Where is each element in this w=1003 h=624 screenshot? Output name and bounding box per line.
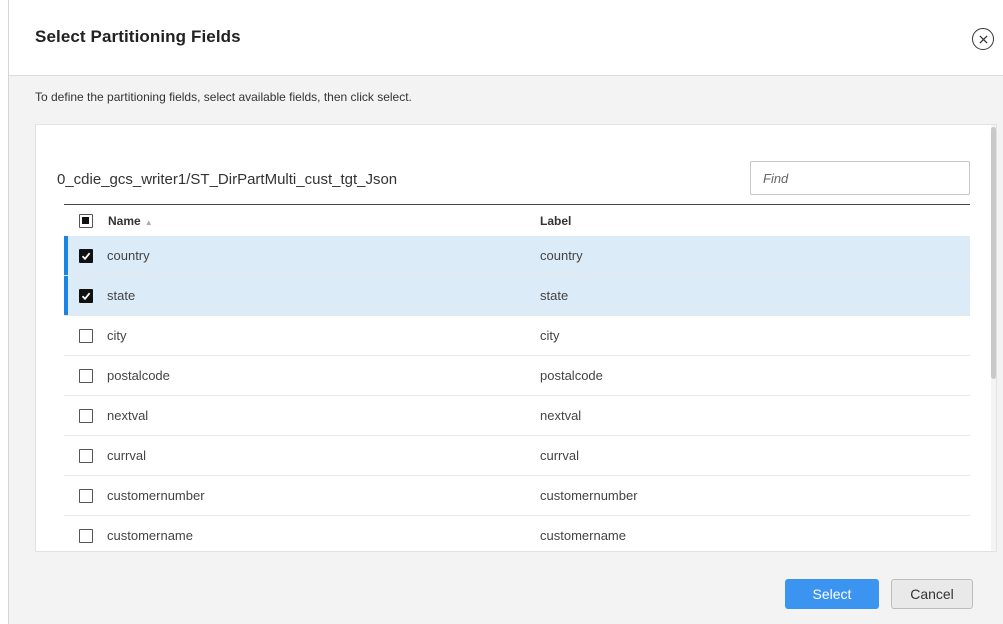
table-row[interactable]: currval currval [64,436,970,476]
table-row[interactable]: state state [64,276,970,316]
cell-label: city [540,328,560,343]
table-body: country country state state city city postalco… [64,236,970,551]
row-checkbox[interactable] [79,488,93,503]
instructions-text: To define the partitioning fields, selec… [35,90,412,104]
table-row[interactable]: country country [64,236,970,276]
cell-label: state [540,288,569,303]
cell-label: postalcode [540,368,603,383]
cell-label: country [540,248,583,263]
row-checkbox[interactable] [79,528,93,543]
column-header-name[interactable]: Name ▲ [108,214,153,228]
table-row[interactable]: nextval nextval [64,396,970,436]
cell-label: currval [540,448,580,463]
cell-label: customername [540,528,626,543]
row-checkbox[interactable] [79,368,93,383]
cell-label: nextval [540,408,582,423]
table-header: Name ▲ Label [64,204,970,236]
scrollbar-thumb[interactable] [991,127,996,379]
cell-name: nextval [107,408,149,423]
cell-name: customernumber [107,488,205,503]
dialog-header: Select Partitioning Fields [9,0,1003,76]
fields-panel: 0_cdie_gcs_writer1/ST_DirPartMulti_cust_… [35,124,997,552]
cell-name: postalcode [107,368,170,383]
object-path: 0_cdie_gcs_writer1/ST_DirPartMulti_cust_… [57,171,398,188]
select-all-checkbox[interactable] [79,213,93,228]
close-x-glyph [978,34,988,44]
close-icon[interactable] [972,28,994,50]
table-row[interactable]: customernumber customernumber [64,476,970,516]
checkmark-icon [81,252,91,260]
cell-name: city [107,328,127,343]
select-partitioning-fields-dialog: Select Partitioning Fields To define the… [8,0,1003,624]
find-input[interactable] [750,161,970,195]
dialog-title: Select Partitioning Fields [35,27,241,46]
row-checkbox[interactable] [79,448,93,463]
cell-name: currval [107,448,147,463]
vertical-scrollbar[interactable] [991,125,996,551]
row-checkbox[interactable] [79,248,93,263]
select-button[interactable]: Select [785,579,879,609]
fields-table: Name ▲ Label country country state state city… [64,204,970,551]
cancel-button[interactable]: Cancel [891,579,973,609]
row-checkbox[interactable] [79,328,93,343]
cell-label: customernumber [540,488,638,503]
table-row[interactable]: city city [64,316,970,356]
table-row[interactable]: postalcode postalcode [64,356,970,396]
column-header-name-label: Name [108,213,141,228]
row-checkbox[interactable] [79,408,93,423]
cell-name: country [107,248,150,263]
row-checkbox[interactable] [79,288,93,303]
cell-name: state [107,288,136,303]
column-header-label[interactable]: Label [540,214,571,228]
table-row[interactable]: customername customername [64,516,970,551]
sort-ascending-icon: ▲ [144,217,153,227]
checkmark-icon [81,292,91,300]
cell-name: customername [107,528,193,543]
